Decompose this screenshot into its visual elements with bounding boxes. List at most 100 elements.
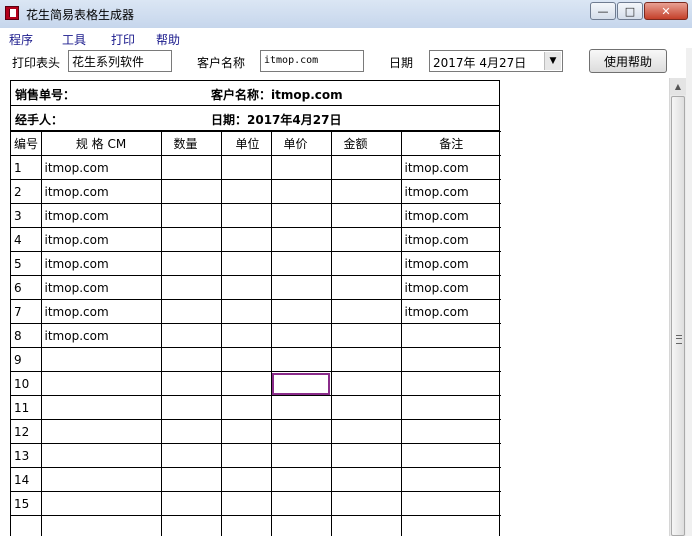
cell-unit[interactable] <box>220 395 272 420</box>
cell-amount[interactable] <box>330 323 402 348</box>
dropdown-arrow-icon[interactable]: ▼ <box>544 52 561 70</box>
cell-quantity[interactable] <box>160 347 222 372</box>
cell-quantity[interactable] <box>160 155 222 180</box>
cell-quantity[interactable] <box>160 395 222 420</box>
scroll-up-arrow-icon[interactable]: ▲ <box>670 78 686 95</box>
cell-unit[interactable] <box>220 299 272 324</box>
cell-amount[interactable] <box>330 371 402 396</box>
vertical-scrollbar[interactable]: ▲ <box>669 78 686 536</box>
cell-note[interactable] <box>400 491 501 516</box>
cell-price[interactable] <box>270 323 332 348</box>
cell-amount[interactable] <box>330 515 402 536</box>
cell-quantity[interactable] <box>160 275 222 300</box>
cell-note[interactable] <box>400 419 501 444</box>
scroll-thumb[interactable] <box>671 96 685 536</box>
header-input[interactable]: 花生系列软件 <box>68 50 172 72</box>
cell-price[interactable] <box>270 155 332 180</box>
cell-amount[interactable] <box>330 443 402 468</box>
cell-quantity[interactable] <box>160 467 222 492</box>
cell-unit[interactable] <box>220 371 272 396</box>
cell-note[interactable] <box>400 323 501 348</box>
cell-quantity[interactable] <box>160 323 222 348</box>
cell-amount[interactable] <box>330 491 402 516</box>
date-picker[interactable]: 2017年 4月27日 ▼ <box>429 50 563 72</box>
cell-price[interactable] <box>270 515 332 536</box>
menu-help[interactable]: 帮助 <box>156 31 180 48</box>
cell-spec[interactable] <box>40 515 162 536</box>
cell-price[interactable] <box>270 227 332 252</box>
help-button[interactable]: 使用帮助 <box>589 49 667 73</box>
cell-amount[interactable] <box>330 155 402 180</box>
cell-spec[interactable] <box>40 491 162 516</box>
cell-unit[interactable] <box>220 155 272 180</box>
cell-quantity[interactable] <box>160 203 222 228</box>
cell-unit[interactable] <box>220 443 272 468</box>
cell-note[interactable]: itmop.com <box>400 155 501 180</box>
cell-unit[interactable] <box>220 491 272 516</box>
cell-unit[interactable] <box>220 227 272 252</box>
cell-quantity[interactable] <box>160 179 222 204</box>
cell-number[interactable]: 12 <box>11 419 42 444</box>
minimize-button[interactable]: — <box>590 2 616 20</box>
cell-number[interactable]: 14 <box>11 467 42 492</box>
cell-quantity[interactable] <box>160 443 222 468</box>
cell-spec[interactable]: itmop.com <box>40 275 162 300</box>
cell-quantity[interactable] <box>160 251 222 276</box>
cell-quantity[interactable] <box>160 491 222 516</box>
cell-number[interactable]: 10 <box>11 371 42 396</box>
cell-amount[interactable] <box>330 275 402 300</box>
menu-print[interactable]: 打印 <box>111 31 135 48</box>
cell-unit[interactable] <box>220 419 272 444</box>
cell-amount[interactable] <box>330 299 402 324</box>
cell-amount[interactable] <box>330 395 402 420</box>
cell-number[interactable]: 15 <box>11 491 42 516</box>
cell-price[interactable] <box>270 251 332 276</box>
cell-amount[interactable] <box>330 347 402 372</box>
cell-price[interactable] <box>270 299 332 324</box>
cell-number[interactable]: 6 <box>11 275 42 300</box>
cell-spec[interactable] <box>40 371 162 396</box>
cell-amount[interactable] <box>330 179 402 204</box>
cell-number[interactable]: 8 <box>11 323 42 348</box>
cell-number[interactable]: 11 <box>11 395 42 420</box>
cell-spec[interactable] <box>40 395 162 420</box>
cell-amount[interactable] <box>330 227 402 252</box>
cell-unit[interactable] <box>220 275 272 300</box>
cell-price[interactable] <box>270 347 332 372</box>
cell-note[interactable]: itmop.com <box>400 203 501 228</box>
cell-spec[interactable]: itmop.com <box>40 323 162 348</box>
cell-price[interactable] <box>270 443 332 468</box>
cell-note[interactable] <box>400 467 501 492</box>
cell-spec[interactable] <box>40 467 162 492</box>
cell-note[interactable] <box>400 371 501 396</box>
cell-price[interactable] <box>270 371 332 396</box>
cell-note[interactable]: itmop.com <box>400 179 501 204</box>
cell-unit[interactable] <box>220 467 272 492</box>
cell-number[interactable]: 4 <box>11 227 42 252</box>
cell-amount[interactable] <box>330 251 402 276</box>
menu-program[interactable]: 程序 <box>9 31 33 48</box>
cell-number[interactable]: 5 <box>11 251 42 276</box>
cell-note[interactable]: itmop.com <box>400 275 501 300</box>
cell-number[interactable] <box>11 515 42 536</box>
cell-spec[interactable]: itmop.com <box>40 227 162 252</box>
cell-quantity[interactable] <box>160 371 222 396</box>
cell-number[interactable]: 13 <box>11 443 42 468</box>
cell-price[interactable] <box>270 275 332 300</box>
cell-unit[interactable] <box>220 347 272 372</box>
cell-note[interactable] <box>400 395 501 420</box>
cell-price[interactable] <box>270 203 332 228</box>
cell-spec[interactable] <box>40 443 162 468</box>
cell-price[interactable] <box>270 419 332 444</box>
cell-note[interactable]: itmop.com <box>400 299 501 324</box>
cell-amount[interactable] <box>330 203 402 228</box>
cell-amount[interactable] <box>330 419 402 444</box>
cell-number[interactable]: 7 <box>11 299 42 324</box>
cell-number[interactable]: 9 <box>11 347 42 372</box>
cell-spec[interactable]: itmop.com <box>40 179 162 204</box>
cell-quantity[interactable] <box>160 419 222 444</box>
cell-spec[interactable]: itmop.com <box>40 251 162 276</box>
cell-unit[interactable] <box>220 203 272 228</box>
cell-number[interactable]: 3 <box>11 203 42 228</box>
cell-note[interactable]: itmop.com <box>400 251 501 276</box>
